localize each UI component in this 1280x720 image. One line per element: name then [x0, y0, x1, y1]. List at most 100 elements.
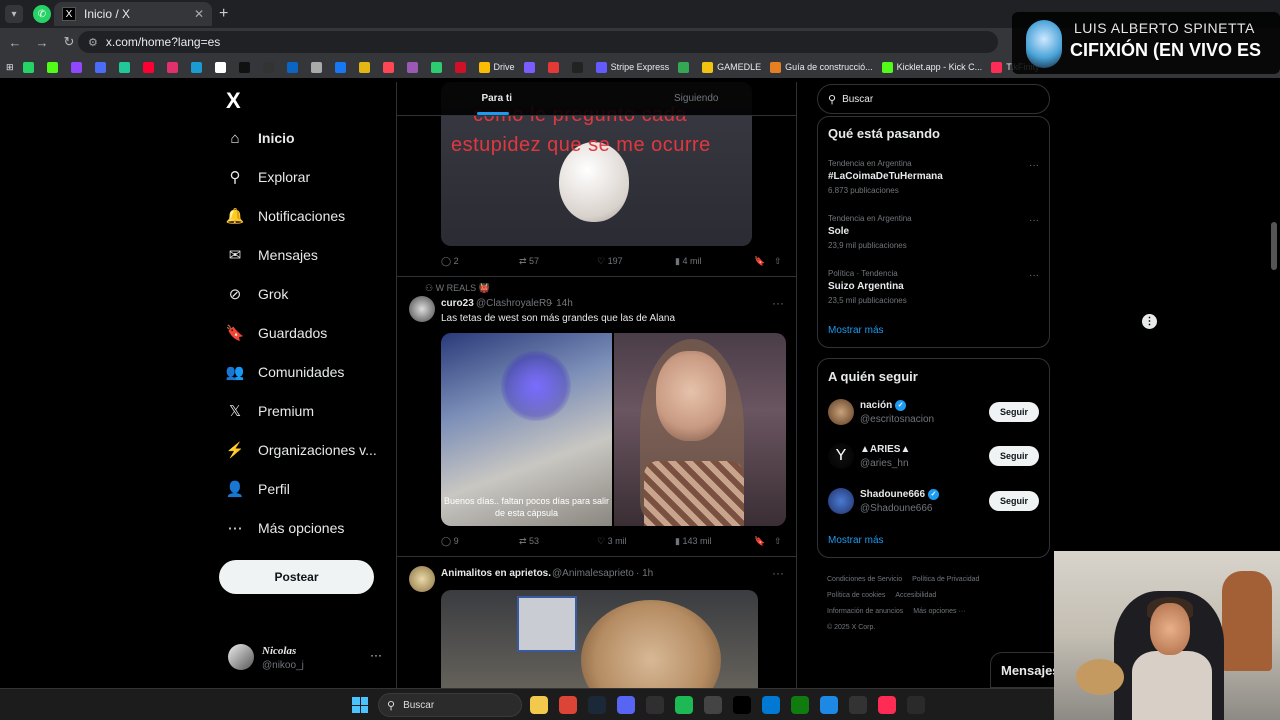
avatar[interactable]: [828, 399, 854, 425]
sidebar-item-grok[interactable]: ⊘ Grok: [226, 285, 289, 303]
sidebar-item-organizaciones-v[interactable]: ⚡ Organizaciones v...: [226, 441, 377, 459]
apps-grid-icon[interactable]: ⊞: [6, 62, 14, 73]
views-button[interactable]: ▮ 143 mil: [675, 536, 711, 547]
bookmark-icon[interactable]: 🔖: [754, 536, 765, 547]
trend-name[interactable]: Suizo Argentina: [828, 281, 904, 292]
app-icon[interactable]: [849, 696, 867, 714]
bookmark-item[interactable]: [334, 61, 350, 73]
discord-icon[interactable]: [617, 696, 635, 714]
more-icon[interactable]: ···: [1029, 270, 1039, 281]
bookmark-item[interactable]: [523, 61, 539, 73]
tab-siguiendo[interactable]: Siguiendo: [597, 82, 797, 115]
grok-options-icon[interactable]: ⋮: [1142, 314, 1157, 329]
bookmark-item[interactable]: GAMEDLE: [702, 61, 761, 73]
bookmark-item[interactable]: Stripe Express: [595, 61, 669, 73]
trends-show-more[interactable]: Mostrar más: [828, 325, 884, 336]
follow-button[interactable]: Seguir: [989, 446, 1039, 466]
follow-name[interactable]: nación ✓: [860, 400, 907, 411]
x-logo-icon[interactable]: X: [226, 88, 241, 114]
bookmark-item[interactable]: [310, 61, 326, 73]
file-explorer-icon[interactable]: [530, 696, 548, 714]
more-icon[interactable]: ···: [772, 566, 784, 580]
sidebar-item-premium[interactable]: 𝕏 Premium: [226, 402, 314, 420]
bookmark-item[interactable]: [46, 61, 62, 73]
bookmark-item[interactable]: [94, 61, 110, 73]
xbox-icon[interactable]: [791, 696, 809, 714]
reply-button[interactable]: ◯ 9: [441, 536, 459, 547]
share-icon[interactable]: ⇧: [774, 536, 782, 547]
bookmark-item[interactable]: Kicklet.app - Kick C...: [881, 61, 982, 73]
whatsapp-tab-icon[interactable]: ✆: [33, 5, 51, 23]
new-tab-button[interactable]: +: [219, 5, 228, 23]
avatar[interactable]: [828, 488, 854, 514]
like-button[interactable]: ♡ 197: [597, 256, 623, 267]
bookmark-item[interactable]: [358, 61, 374, 73]
search-input[interactable]: ⚲ Buscar: [817, 84, 1050, 114]
reply-button[interactable]: ◯ 2: [441, 256, 459, 267]
follow-handle[interactable]: @aries_hn: [860, 458, 909, 469]
more-icon[interactable]: ···: [370, 648, 382, 662]
follow-show-more[interactable]: Mostrar más: [828, 535, 884, 546]
bookmark-item[interactable]: [678, 61, 693, 73]
follow-button[interactable]: Seguir: [989, 402, 1039, 422]
bookmark-item[interactable]: [238, 61, 254, 73]
sidebar-item-comunidades[interactable]: 👥 Comunidades: [226, 363, 345, 381]
avatar[interactable]: Y: [828, 443, 854, 469]
bookmark-item[interactable]: [166, 61, 182, 73]
scrollbar[interactable]: [1271, 222, 1277, 270]
bookmark-item[interactable]: [262, 61, 278, 73]
sidebar-item-inicio[interactable]: ⌂ Inicio: [226, 129, 294, 147]
follow-name[interactable]: ▲ARIES▲: [860, 444, 910, 455]
epic-games-icon[interactable]: [907, 696, 925, 714]
sidebar-item-explorar[interactable]: ⚲ Explorar: [226, 168, 311, 186]
post-time[interactable]: · 14h: [550, 298, 573, 309]
taskbar-search[interactable]: ⚲ Buscar: [378, 693, 522, 717]
windows-start-icon[interactable]: [352, 697, 368, 713]
bookmark-item[interactable]: [190, 61, 206, 73]
post-time[interactable]: · 1h: [636, 568, 653, 579]
bookmark-item[interactable]: Guía de construcció...: [770, 61, 873, 73]
more-icon[interactable]: ···: [1029, 160, 1039, 171]
footer-link[interactable]: Política de Privacidad: [912, 576, 979, 583]
bookmark-item[interactable]: [286, 61, 302, 73]
sidebar-item-mensajes[interactable]: ✉ Mensajes: [226, 246, 318, 264]
footer-link[interactable]: Política de cookies: [827, 592, 885, 599]
sidebar-item-guardados[interactable]: 🔖 Guardados: [226, 324, 328, 342]
bookmark-item[interactable]: [22, 61, 38, 73]
follow-handle[interactable]: @Shadoune666: [860, 503, 932, 514]
capcut-icon[interactable]: [733, 696, 751, 714]
trend-name[interactable]: Sole: [828, 226, 849, 237]
bookmark-item[interactable]: [406, 61, 422, 73]
settings-icon[interactable]: [820, 696, 838, 714]
bookmark-item[interactable]: [70, 61, 86, 73]
tiktok-icon[interactable]: [878, 696, 896, 714]
repost-button[interactable]: ⇄ 53: [519, 536, 539, 547]
bookmark-item[interactable]: [430, 61, 446, 73]
bookmark-item[interactable]: [382, 61, 398, 73]
tab-close-icon[interactable]: ✕: [194, 7, 204, 21]
footer-link[interactable]: Condiciones de Servicio: [827, 576, 902, 583]
author-name[interactable]: curo23: [441, 298, 474, 309]
footer-link[interactable]: Accesibilidad: [895, 592, 936, 599]
avatar[interactable]: [409, 566, 435, 592]
address-bar[interactable]: ⚙ x.com/home?lang=es: [78, 31, 998, 53]
bookmark-item[interactable]: [118, 61, 134, 73]
post-button[interactable]: Postear: [219, 560, 374, 594]
more-icon[interactable]: ···: [772, 296, 784, 310]
outlook-icon[interactable]: [762, 696, 780, 714]
post-media[interactable]: [441, 590, 758, 688]
bookmark-item[interactable]: [142, 61, 158, 73]
steam-icon[interactable]: [588, 696, 606, 714]
follow-handle[interactable]: @escritosnacion: [860, 414, 934, 425]
author-name[interactable]: Animalitos en aprietos.: [441, 568, 551, 579]
trend-name[interactable]: #LaCoimaDeTuHermana: [828, 171, 943, 182]
bookmark-item[interactable]: [571, 61, 587, 73]
browser-tab-active[interactable]: X Inicio / X ✕: [54, 2, 212, 26]
spotify-icon[interactable]: [675, 696, 693, 714]
repost-button[interactable]: ⇄ 57: [519, 256, 539, 267]
author-handle[interactable]: @ClashroyaleR9: [476, 298, 552, 309]
more-icon[interactable]: ···: [1029, 215, 1039, 226]
follow-name[interactable]: Shadoune666 ✓: [860, 489, 940, 500]
footer-link[interactable]: Información de anuncios: [827, 608, 903, 615]
sidebar-item-m-s-opciones[interactable]: ⋯ Más opciones: [226, 519, 345, 537]
